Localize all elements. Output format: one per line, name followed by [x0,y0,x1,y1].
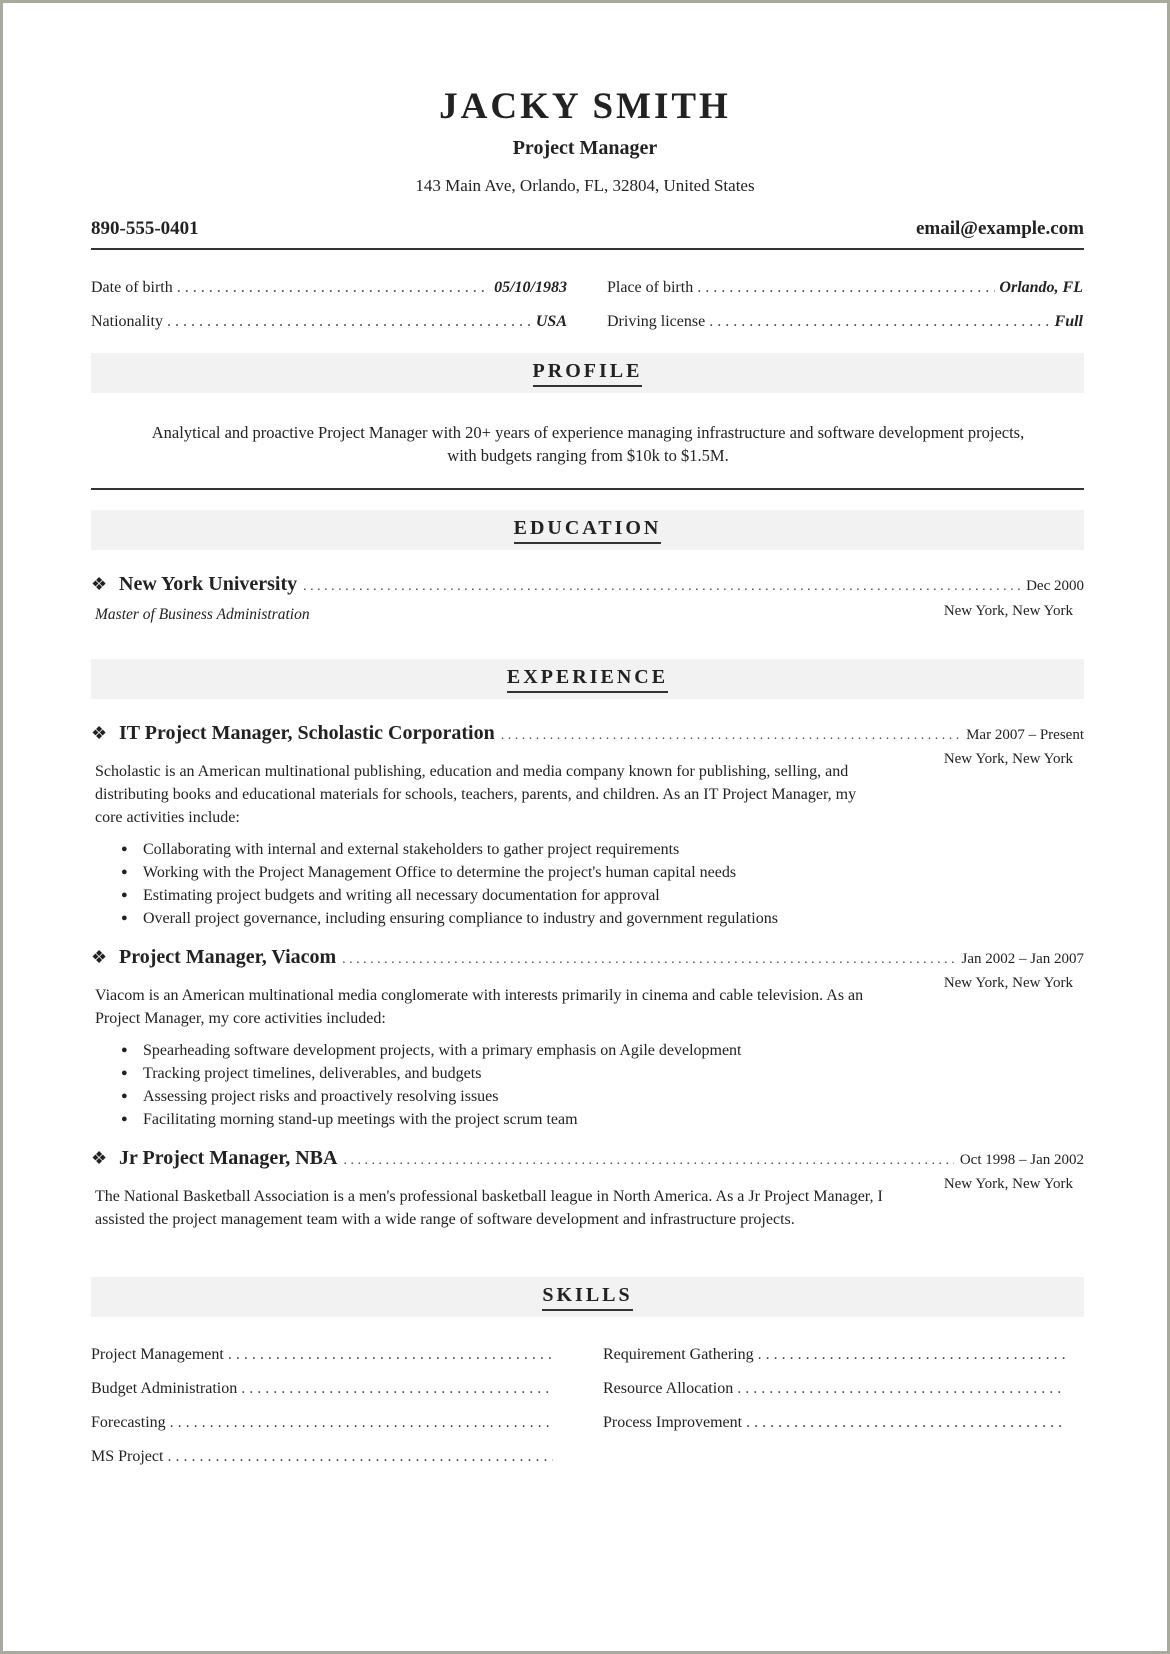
info-value: USA [535,313,567,330]
list-item: Working with the Project Management Offi… [113,861,893,884]
leader-dots [758,1343,1065,1367]
section-header-profile: PROFILE [91,353,1084,393]
job-entry-header: ❖ Jr Project Manager, NBA Oct 1998 – Jan… [91,1147,1084,1170]
skill-name: Forecasting [91,1414,166,1431]
job-location: New York, New York [943,1176,1073,1192]
skill-name: Requirement Gathering [603,1346,754,1363]
info-value: Orlando, FL [999,279,1083,296]
school-name: New York University [119,573,298,595]
job-title: Jr Project Manager, NBA [119,1147,338,1169]
job-date: Mar 2007 – Present [966,727,1084,743]
leader-dots [241,1377,553,1401]
list-item: Spearheading software development projec… [113,1039,893,1062]
skill-item: Forecasting [91,1411,553,1435]
resume-page: JACKY SMITH Project Manager 143 Main Ave… [0,0,1170,1654]
skill-name: Resource Allocation [603,1380,734,1397]
leader-dots [167,310,532,334]
section-title: SKILLS [542,1283,633,1311]
job-bullets: Collaborating with internal and external… [113,838,893,930]
leader-dots [697,276,995,300]
header-divider [91,248,1084,250]
skills-list: Project Management Requirement Gathering… [91,1343,1084,1469]
candidate-address: 143 Main Ave, Orlando, FL, 32804, United… [415,176,755,195]
degree-name: Master of Business Administration [95,606,310,623]
skill-item: Requirement Gathering [603,1343,1065,1367]
education-entry-header: ❖ New York University Dec 2000 [91,573,1084,596]
skill-name: Project Management [91,1346,224,1363]
info-row-place-of-birth: Place of birth Orlando, FL [607,276,1083,300]
section-header-education: EDUCATION [91,510,1084,550]
list-item: Tracking project timelines, deliverables… [113,1062,893,1085]
leader-dots [167,1445,553,1469]
section-title: EXPERIENCE [506,665,669,693]
email-address[interactable]: email@example.com [916,218,1084,240]
leader-dots [737,1377,1065,1401]
leader-dots [177,276,490,300]
list-item: Assessing project risks and proactively … [113,1085,893,1108]
skill-item: Budget Administration [91,1377,553,1401]
leader-dots [746,1411,1065,1435]
personal-info: Date of birth 05/10/1983 Place of birth … [91,276,1084,334]
four-diamond-icon: ❖ [91,723,108,743]
info-row-driving-license: Driving license Full [607,310,1083,334]
phone-number: 890-555-0401 [91,218,199,239]
education-location: New York, New York [943,603,1073,619]
job-description: The National Basketball Association is a… [95,1188,883,1228]
section-header-experience: EXPERIENCE [91,659,1084,699]
skill-item: Process Improvement [603,1411,1065,1435]
education-date: Dec 2000 [1026,578,1084,594]
skill-item: Resource Allocation [603,1377,1065,1401]
skill-name: Budget Administration [91,1380,238,1397]
candidate-title: Project Manager [512,137,658,159]
job-date: Jan 2002 – Jan 2007 [961,951,1085,967]
job-date: Oct 1998 – Jan 2002 [959,1152,1084,1168]
job-title: Project Manager, Viacom [119,946,337,968]
info-label: Place of birth [607,279,694,296]
job-location: New York, New York [943,751,1073,767]
section-title: PROFILE [532,359,643,387]
job-description: Scholastic is an American multinational … [95,763,857,826]
job-location: New York, New York [943,975,1073,991]
skill-name: Process Improvement [603,1414,743,1431]
four-diamond-icon: ❖ [91,947,108,967]
info-row-date-of-birth: Date of birth 05/10/1983 [91,276,567,300]
section-header-skills: SKILLS [91,1277,1084,1317]
leader-dots [170,1411,553,1435]
skill-item: Project Management [91,1343,553,1367]
four-diamond-icon: ❖ [91,574,108,594]
four-diamond-icon: ❖ [91,1148,108,1168]
list-item: Overall project governance, including en… [113,907,893,930]
job-entry-header: ❖ Project Manager, Viacom Jan 2002 – Jan… [91,946,1084,969]
job-bullets: Spearheading software development projec… [113,1039,893,1131]
profile-divider [91,488,1084,490]
info-label: Date of birth [91,279,173,296]
candidate-name: JACKY SMITH [439,86,731,127]
info-label: Driving license [607,313,706,330]
job-description: Viacom is an American multinational medi… [95,987,864,1027]
job-entry-header: ❖ IT Project Manager, Scholastic Corpora… [91,722,1084,745]
list-item: Estimating project budgets and writing a… [113,884,893,907]
info-value: Full [1054,313,1083,330]
profile-summary: Analytical and proactive Project Manager… [151,423,1025,465]
list-item: Collaborating with internal and external… [113,838,893,861]
contact-row: 890-555-0401 email@example.com [91,218,1084,240]
skill-item: MS Project [91,1445,553,1469]
leader-dots [343,1153,953,1169]
list-item: Facilitating morning stand-up meetings w… [113,1108,893,1131]
leader-dots [303,579,1020,595]
section-title: EDUCATION [513,516,662,544]
leader-dots [228,1343,553,1367]
leader-dots [342,952,955,968]
job-title: IT Project Manager, Scholastic Corporati… [119,722,495,744]
leader-dots [501,728,960,744]
info-row-nationality: Nationality USA [91,310,567,334]
info-label: Nationality [91,313,163,330]
skill-name: MS Project [91,1448,164,1465]
info-value: 05/10/1983 [494,279,567,296]
leader-dots [709,310,1050,334]
